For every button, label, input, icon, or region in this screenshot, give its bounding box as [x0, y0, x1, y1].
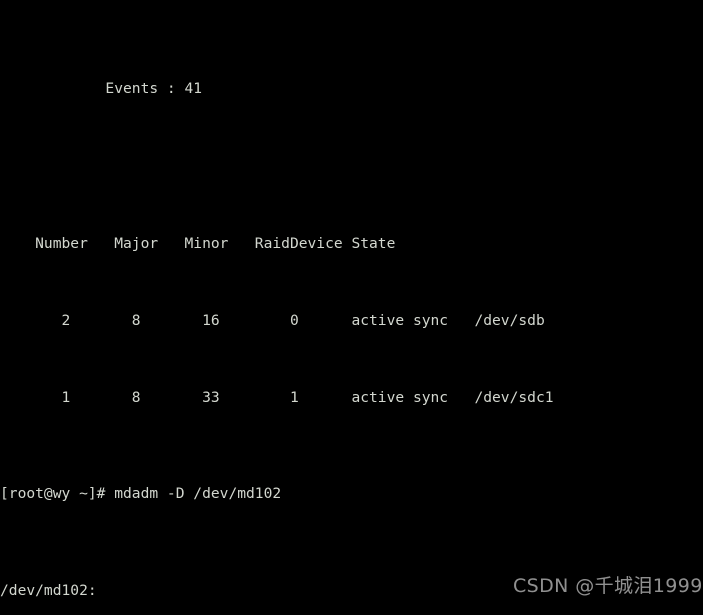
table-row: 1 8 33 1 active sync /dev/sdc1	[0, 388, 554, 406]
scrollback-events-line: Events : 41	[0, 80, 203, 98]
scrollback-table-header: Number Major Minor RaidDevice State	[0, 234, 396, 252]
terminal-window[interactable]: Events : 41 Number Major Minor RaidDevic…	[0, 0, 703, 615]
command-prompt-line[interactable]: [root@wy ~]# mdadm -D /dev/md102	[0, 484, 554, 503]
mdadm-device-header: /dev/md102:	[0, 581, 97, 599]
table-row: 2 8 16 0 active sync /dev/sdb	[0, 311, 545, 329]
scrollback-blank-line	[0, 156, 554, 175]
terminal-screen: Events : 41 Number Major Minor RaidDevic…	[0, 2, 554, 615]
